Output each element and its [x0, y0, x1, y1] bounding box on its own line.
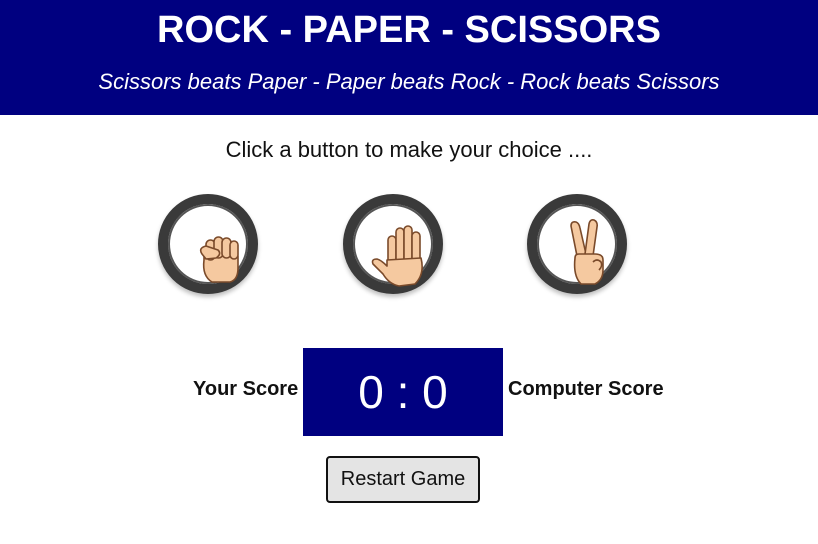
- rules-subtitle: Scissors beats Paper - Paper beats Rock …: [98, 69, 720, 94]
- page-title: ROCK - PAPER - SCISSORS: [157, 9, 661, 51]
- raised-hand-icon: [371, 225, 423, 287]
- instruction-text: Click a button to make your choice ....: [225, 137, 593, 162]
- header-banner: ROCK - PAPER - SCISSORS Scissors beats P…: [0, 0, 818, 115]
- paper-button[interactable]: [343, 194, 443, 294]
- scissors-button[interactable]: [527, 194, 627, 294]
- rock-button[interactable]: [158, 194, 258, 294]
- computer-score-label: Computer Score: [508, 378, 664, 400]
- restart-game-button[interactable]: Restart Game: [326, 456, 480, 503]
- scoreboard: 0 : 0: [303, 348, 503, 436]
- raised-fist-icon: [199, 236, 239, 283]
- player-score-label: Your Score: [193, 378, 299, 400]
- victory-hand-icon: [570, 219, 604, 285]
